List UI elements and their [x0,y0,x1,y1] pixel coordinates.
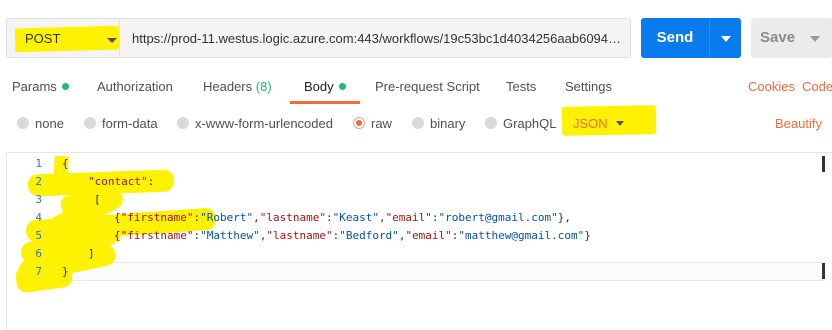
tab-params[interactable]: Params [12,79,69,94]
status-dot-icon [338,83,346,90]
code-line: {"firstname":"Matthew","lastname":"Bedfo… [114,229,591,242]
code-token: "robert@gmail.com" [438,211,558,224]
current-line-highlight [55,262,825,281]
beautify-link[interactable]: Beautify [775,116,822,131]
tab-settings[interactable]: Settings [565,79,612,94]
radio-graphql[interactable] [485,117,497,129]
code-token: { [114,211,121,224]
radio-binary[interactable] [412,117,424,129]
line-number: 7 [35,265,42,278]
code-token: [ [94,193,101,206]
code-line: "contact": [88,175,154,188]
radio-label-binary: binary [430,116,466,131]
code-token: "Matthew" [200,229,260,242]
tab-authorization[interactable]: Authorization [97,79,173,94]
chevron-down-icon[interactable] [721,36,731,42]
radio-x-www-form-urlencoded[interactable] [177,117,189,129]
code-token: "contact" [88,175,148,188]
code-token: "Keast" [332,211,379,224]
line-number: 5 [35,229,42,242]
code-token: { [62,157,69,170]
code-token: "lastname" [266,229,333,242]
scroll-marker [822,263,825,279]
line-number: 6 [35,247,42,260]
code-token: : [147,175,155,188]
tab-label: Settings [565,79,612,94]
code-link[interactable]: Code [802,79,832,94]
code-line: ] [88,247,95,260]
scroll-marker [822,156,825,172]
code-token: : [325,211,333,224]
radio-label-graphql: GraphQL [503,116,557,131]
code-token: "matthew@gmail.com" [458,229,585,242]
code-token: : [431,211,439,224]
save-button[interactable]: Save [751,18,832,58]
radio-label-raw: raw [371,116,392,131]
code-token: , [253,211,260,224]
url-input[interactable]: https://prod-11.westus.logic.azure.com:4… [120,18,631,58]
code-token: } [584,229,591,242]
tab-label: Tests [506,79,537,94]
tab-pre-request-script[interactable]: Pre-request Script [375,79,480,94]
code-line: } [62,265,69,278]
tab-tests[interactable]: Tests [506,79,536,94]
line-number: 4 [35,211,42,224]
tab-label: Body [304,79,334,94]
method-label: POST [25,31,61,46]
code-token: "Bedford" [339,229,399,242]
radio-form-data[interactable] [84,117,96,129]
code-line: [ [94,193,101,206]
send-divider [709,18,710,58]
radio-label-form-data: form-data [102,116,158,131]
send-label: Send [656,29,694,46]
code-token: , [378,211,386,224]
code-token: ] [88,247,95,260]
send-button[interactable]: Send [641,18,741,58]
radio-raw[interactable] [353,117,365,129]
cookies-link[interactable]: Cookies [748,79,795,94]
code-line: { [62,157,69,170]
line-number: 1 [35,157,42,170]
chevron-down-icon[interactable] [616,121,624,126]
method-select[interactable]: POST [6,18,120,58]
code-token: }, [557,211,572,224]
tab-label: Authorization [97,79,173,94]
format-select[interactable]: JSON [573,116,608,131]
code-line: {"firstname":"Robert","lastname":"Keast"… [114,211,571,224]
tab-count: (8) [255,79,272,94]
line-number: 2 [35,175,42,188]
line-number: 3 [35,193,42,206]
radio-label-x-www-form-urlencoded: x-www-form-urlencoded [195,116,333,131]
url-text: https://prod-11.westus.logic.azure.com:4… [132,31,622,46]
chevron-down-icon [107,38,117,43]
tab-body[interactable]: Body [304,79,346,94]
code-token: "lastname" [259,211,326,224]
code-token: "email" [405,229,452,242]
tab-label: Pre-request Script [375,79,480,94]
code-token: "firstname" [120,211,194,224]
save-label: Save [760,29,796,46]
code-token: "email" [385,211,432,224]
tab-label: Headers [203,79,253,94]
chevron-down-icon[interactable] [810,36,820,42]
code-token: } [62,265,69,278]
tab-headers[interactable]: Headers (8) [203,79,272,94]
code-token: { [114,229,121,242]
code-token: "firstname" [120,229,194,242]
code-token: "Robert" [200,211,254,224]
radio-label-none: none [35,116,64,131]
status-dot-icon [61,83,69,90]
tab-label: Params [12,79,57,94]
active-tab-indicator [290,101,360,104]
radio-none[interactable] [17,117,29,129]
